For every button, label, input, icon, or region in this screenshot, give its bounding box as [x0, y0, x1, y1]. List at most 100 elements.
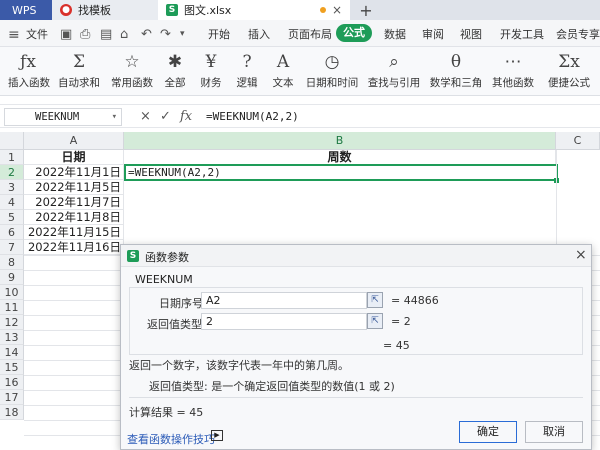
row-header[interactable]: 2: [0, 165, 24, 180]
hamburger-menu-icon[interactable]: ≡: [8, 27, 20, 43]
cell-a3[interactable]: 2022年11月5日: [24, 180, 124, 195]
more-icon: ⋯: [504, 52, 522, 72]
cell-b1[interactable]: 周数: [124, 150, 556, 165]
cell-b2-active[interactable]: =WEEKNUM(A2,2): [124, 164, 558, 181]
function-name: WEEKNUM: [135, 273, 193, 286]
datetime-icon: ◷: [324, 52, 340, 72]
tab-wps[interactable]: WPS: [0, 0, 52, 20]
menu-member[interactable]: 会员专享: [556, 26, 600, 42]
tab-label: WPS: [12, 3, 37, 17]
autosum-button[interactable]: Σ 自动求和: [56, 51, 102, 90]
spreadsheet-icon: S: [127, 250, 139, 262]
row-header[interactable]: 17: [0, 390, 24, 405]
logic-icon: ?: [242, 52, 252, 72]
math-icon: θ: [450, 52, 462, 72]
datetime-button[interactable]: ◷ 日期和时间: [304, 51, 360, 90]
all-functions-button[interactable]: ✱ 全部: [160, 51, 190, 90]
help-link[interactable]: 查看函数操作技巧: [127, 431, 215, 447]
menu-data[interactable]: 数据: [384, 26, 406, 42]
lookup-button[interactable]: ⌕ 查找与引用: [366, 51, 422, 90]
redo-icon[interactable]: ↷: [160, 27, 171, 42]
new-tab-button[interactable]: +: [356, 0, 376, 20]
menu-home[interactable]: 开始: [208, 26, 230, 42]
cell-a4[interactable]: 2022年11月7日: [24, 195, 124, 210]
close-tab-icon[interactable]: ×: [332, 3, 342, 17]
formula-input[interactable]: =WEEKNUM(A2,2): [206, 110, 299, 123]
cell-a5[interactable]: 2022年11月8日: [24, 210, 124, 225]
print-preview-icon[interactable]: ▤: [100, 27, 112, 42]
cell-a7[interactable]: 2022年11月16日: [24, 240, 124, 255]
unsaved-dot-icon: [320, 7, 326, 13]
chevron-down-icon[interactable]: ▾: [112, 109, 117, 125]
close-icon[interactable]: ×: [575, 247, 587, 263]
arg2-label: 返回值类型: [147, 318, 202, 331]
row-header[interactable]: 12: [0, 315, 24, 330]
menu-developer[interactable]: 开发工具: [500, 26, 544, 42]
row-header[interactable]: 14: [0, 345, 24, 360]
finance-button[interactable]: ¥ 财务: [196, 51, 226, 90]
cell-a6[interactable]: 2022年11月15日: [24, 225, 124, 240]
divider: [129, 397, 583, 398]
menu-review[interactable]: 审阅: [422, 26, 444, 42]
column-header-c[interactable]: C: [556, 132, 600, 150]
fx-icon[interactable]: fx: [180, 109, 192, 124]
arg1-label: 日期序号: [159, 297, 203, 310]
quick-formula-button[interactable]: Σx 便捷公式: [544, 51, 594, 90]
row-header[interactable]: 1: [0, 150, 24, 165]
dialog-title: 函数参数: [145, 251, 189, 264]
ok-button[interactable]: 确定: [459, 421, 517, 443]
text-icon: A: [276, 52, 290, 72]
other-functions-button[interactable]: ⋯ 其他函数: [490, 51, 536, 90]
menu-formula[interactable]: 公式: [336, 24, 372, 42]
undo-icon[interactable]: ↶: [141, 27, 152, 42]
row-header[interactable]: 4: [0, 195, 24, 210]
format-painter-icon[interactable]: ⌂: [120, 27, 128, 42]
row-header[interactable]: 18: [0, 405, 24, 420]
tab-document[interactable]: S 图文.xlsx ×: [158, 0, 350, 20]
row-header[interactable]: 15: [0, 360, 24, 375]
row-header[interactable]: 10: [0, 285, 24, 300]
cancel-button[interactable]: 取消: [525, 421, 583, 443]
menu-view[interactable]: 视图: [460, 26, 482, 42]
save-icon[interactable]: ▣: [60, 27, 72, 42]
more-dropdown-icon[interactable]: ▾: [180, 29, 185, 39]
name-box-value: WEEKNUM: [35, 111, 80, 123]
logic-button[interactable]: ? 逻辑: [232, 51, 262, 90]
row-header[interactable]: 13: [0, 330, 24, 345]
name-box[interactable]: WEEKNUM ▾: [4, 108, 122, 126]
tab-label: 找模板: [78, 4, 111, 17]
row-header[interactable]: 16: [0, 375, 24, 390]
row-header[interactable]: 8: [0, 255, 24, 270]
range-picker-icon[interactable]: ⇱: [367, 292, 383, 308]
row-header[interactable]: 11: [0, 300, 24, 315]
menu-insert[interactable]: 插入: [248, 26, 270, 42]
row-header[interactable]: 7: [0, 240, 24, 255]
dialog-titlebar[interactable]: S 函数参数 ×: [121, 245, 591, 267]
column-header-b[interactable]: B: [124, 132, 556, 150]
menu-page-layout[interactable]: 页面布局: [288, 26, 332, 42]
cell-a2[interactable]: 2022年11月1日: [24, 165, 124, 180]
select-all-corner[interactable]: [0, 132, 24, 150]
range-picker-icon[interactable]: ⇱: [367, 313, 383, 329]
text-button[interactable]: A 文本: [268, 51, 298, 90]
row-header[interactable]: 6: [0, 225, 24, 240]
video-icon[interactable]: ▶: [211, 430, 223, 441]
finance-icon: ¥: [205, 52, 217, 72]
row-header[interactable]: 3: [0, 180, 24, 195]
arg1-input[interactable]: A2: [201, 292, 367, 309]
common-functions-button[interactable]: ☆ 常用函数: [108, 51, 156, 90]
cell-a1[interactable]: 日期: [24, 150, 124, 165]
menu-file[interactable]: 文件: [26, 26, 48, 42]
cancel-icon[interactable]: ×: [140, 109, 151, 124]
fx-icon: ƒx: [20, 52, 36, 72]
math-button[interactable]: θ 数学和三角: [428, 51, 484, 90]
row-header[interactable]: 9: [0, 270, 24, 285]
arg2-input[interactable]: 2: [201, 313, 367, 330]
confirm-icon[interactable]: ✓: [160, 109, 171, 124]
column-header-a[interactable]: A: [24, 132, 124, 150]
dialog-body: WEEKNUM 日期序号 A2 ⇱ = 44866 返回值类型 2 ⇱ = 2 …: [121, 267, 591, 449]
insert-function-button[interactable]: ƒx 插入函数: [8, 51, 50, 90]
row-header[interactable]: 5: [0, 210, 24, 225]
tab-templates[interactable]: ● 找模板: [52, 0, 158, 20]
print-icon[interactable]: ⎙: [80, 27, 90, 42]
